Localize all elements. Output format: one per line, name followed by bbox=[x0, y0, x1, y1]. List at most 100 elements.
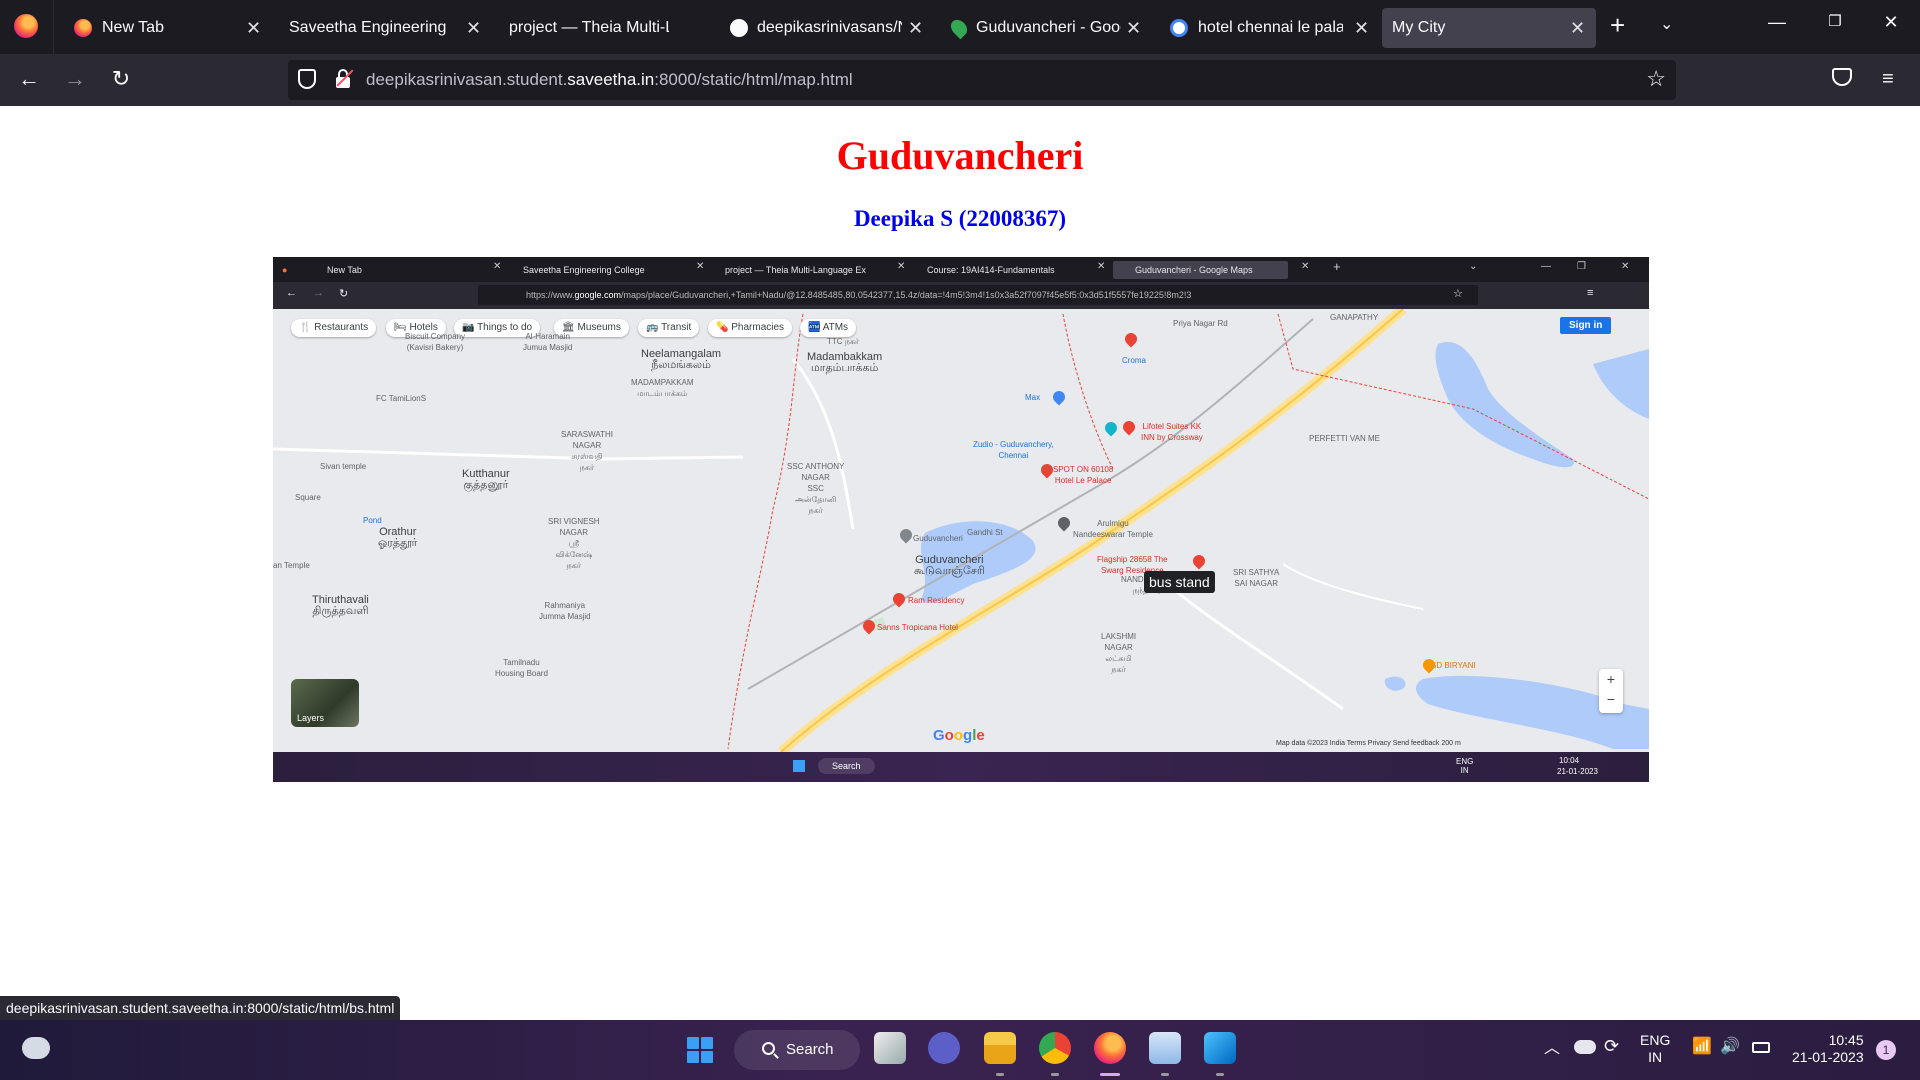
tracking-shield-icon[interactable] bbox=[298, 69, 316, 89]
embedded-search: Search bbox=[818, 758, 875, 774]
chip-atms: 🏧 ATMs bbox=[800, 319, 857, 337]
battery-icon[interactable] bbox=[1752, 1042, 1770, 1053]
taskbar-search-button[interactable]: Search bbox=[734, 1030, 860, 1070]
new-tab-plus-icon[interactable]: + bbox=[1610, 10, 1625, 41]
firefox-icon bbox=[74, 19, 92, 37]
embedded-taskbar: Search ENG IN 10:04 21-01-2023 bbox=[273, 752, 1649, 782]
weather-icon[interactable] bbox=[22, 1037, 50, 1059]
label-rahmaniya-masjid: Rahmaniya Jumma Masjid bbox=[539, 601, 591, 621]
address-bar[interactable]: deepikasrinivasan.student.saveetha.in:80… bbox=[288, 60, 1676, 100]
label-priya-nagar-road: Priya Nagar Rd bbox=[1173, 319, 1228, 328]
map-screenshot-image[interactable]: ● New Tab ✕ Saveetha Engineering College… bbox=[273, 257, 1649, 782]
embedded-tab: project — Theia Multi-Language Ex bbox=[725, 265, 866, 275]
zoom-in-icon: + bbox=[1606, 671, 1616, 687]
label-sri-vignesh-nagar: SRI VIGNESH NAGAR ஸ்ரீ விக்னேஷ் நகர் bbox=[548, 517, 600, 570]
notification-badge[interactable]: 1 bbox=[1876, 1040, 1896, 1060]
wifi-icon[interactable]: 📶 bbox=[1692, 1038, 1712, 1055]
tab-github[interactable]: deepikasrinivasans/Ne bbox=[716, 8, 926, 48]
embedded-tab: New Tab bbox=[327, 265, 362, 275]
label-saraswathi-nagar: SARASWATHI NAGAR சரஸ்வதி நகர் bbox=[561, 430, 614, 472]
search-icon bbox=[762, 1042, 775, 1055]
embedded-url: https://www.google.com/maps/place/Guduva… bbox=[478, 285, 1478, 305]
language-indicator[interactable]: ENG IN bbox=[1640, 1032, 1670, 1066]
tab-theia-project[interactable]: project — Theia Multi-Lang bbox=[492, 8, 702, 48]
chrome-icon[interactable] bbox=[1039, 1032, 1071, 1064]
chip-restaurants: 🍴 Restaurants bbox=[291, 319, 377, 337]
page-title: Guduvancheri bbox=[836, 133, 1084, 178]
label-sanns-tropicana: Sanns Tropicana Hotel bbox=[877, 623, 958, 632]
github-icon bbox=[730, 19, 748, 37]
label-madambakkam: Madambakkam மாதம்பாக்கம் bbox=[807, 351, 883, 374]
embedded-tab-strip: ● New Tab ✕ Saveetha Engineering College… bbox=[273, 257, 1649, 282]
embedded-close-icon: ✕ bbox=[1301, 261, 1310, 272]
close-tab-icon[interactable]: ✕ bbox=[466, 8, 481, 48]
label-kutthanur: Kutthanur குத்தனூர் bbox=[462, 468, 510, 491]
close-tab-icon[interactable]: ✕ bbox=[246, 8, 261, 48]
embedded-date: 21-01-2023 bbox=[1557, 767, 1598, 776]
reload-icon[interactable]: ↻ bbox=[106, 66, 136, 92]
bookmark-star-icon[interactable]: ☆ bbox=[1646, 66, 1666, 92]
zoom-control: + − bbox=[1599, 669, 1623, 713]
close-window-icon[interactable]: ✕ bbox=[1876, 12, 1906, 33]
embedded-tab: Course: 19AI414-Fundamentals bbox=[927, 265, 1055, 275]
label-tamilnadu-housing-board: Tamilnadu Housing Board bbox=[495, 658, 548, 678]
embedded-close-icon: ✕ bbox=[493, 261, 502, 272]
url-text[interactable]: deepikasrinivasan.student.saveetha.in:80… bbox=[366, 70, 853, 90]
embedded-star-icon: ☆ bbox=[1453, 288, 1463, 300]
page-subtitle: Deepika S (22008367) bbox=[853, 206, 1067, 231]
chip-pharmacies: 💊 Pharmacies bbox=[708, 319, 793, 337]
firefox-taskbar-icon[interactable] bbox=[1094, 1032, 1126, 1064]
label-orathur: Orathur ஓரத்தூர் bbox=[378, 526, 418, 549]
forward-arrow-icon[interactable]: → bbox=[60, 66, 90, 92]
label-square: Square bbox=[295, 493, 321, 502]
firefox-view-icon[interactable] bbox=[14, 14, 38, 38]
sync-icon[interactable]: ⟳ bbox=[1604, 1037, 1619, 1055]
chip-transit: 🚌 Transit bbox=[638, 319, 700, 337]
label-pond: Pond bbox=[363, 516, 382, 525]
running-indicator bbox=[1161, 1073, 1169, 1076]
restore-icon[interactable]: ❐ bbox=[1820, 12, 1850, 30]
tab-title: My City bbox=[1392, 19, 1446, 36]
tab-saveetha[interactable]: Saveetha Engineering Colle ✕ bbox=[272, 8, 482, 48]
back-arrow-icon[interactable]: ← bbox=[14, 66, 44, 92]
label-fc-tamilions: FC TamiLionS bbox=[376, 394, 427, 403]
onedrive-icon[interactable] bbox=[1574, 1040, 1596, 1054]
file-explorer-icon[interactable] bbox=[984, 1032, 1016, 1064]
windows-taskbar: Search ︿ ⟳ ENG IN 📶 🔊 10:45 21-01-2023 bbox=[0, 1020, 1920, 1080]
tab-google-search[interactable]: hotel chennai le palac bbox=[1160, 8, 1360, 48]
chevron-up-icon[interactable]: ︿ bbox=[1544, 1040, 1560, 1057]
tab-google-maps[interactable]: Guduvancheri - Googl bbox=[942, 8, 1142, 48]
embedded-close-icon: ✕ bbox=[696, 261, 705, 272]
label-guduvancheri: Guduvancheri கூடுவாஞ்சேரி bbox=[914, 554, 985, 577]
label-neelamangalam: Neelamangalam நீலமங்கலம் bbox=[641, 348, 722, 371]
label-gandhi-street: Gandhi St bbox=[967, 528, 1003, 537]
embedded-minimize-icon: — bbox=[1541, 261, 1551, 272]
label-sivan-temple: Sivan temple bbox=[320, 462, 367, 471]
pocket-icon[interactable] bbox=[1832, 68, 1852, 86]
running-indicator bbox=[1051, 1073, 1059, 1076]
map-view: 🍴 Restaurants 🛏 Hotels 📷 Things to do 🏛 … bbox=[273, 309, 1649, 752]
volume-icon[interactable]: 🔊 bbox=[1720, 1038, 1740, 1055]
teams-chat-icon[interactable] bbox=[928, 1032, 960, 1064]
task-view-icon[interactable] bbox=[874, 1032, 906, 1064]
insecure-lock-icon[interactable] bbox=[336, 69, 354, 89]
photos-icon[interactable] bbox=[1204, 1032, 1236, 1064]
tab-title: Guduvancheri - Googl bbox=[976, 19, 1121, 36]
tab-new-tab[interactable]: New Tab ✕ bbox=[58, 8, 266, 48]
minimize-icon[interactable]: — bbox=[1762, 12, 1792, 33]
close-tab-icon[interactable]: ✕ bbox=[1570, 8, 1585, 48]
label-biscuit-company: Biscuit Company (Kavisri Bakery) bbox=[405, 332, 466, 352]
map-base-graphic bbox=[273, 309, 1649, 752]
google-logo: Google bbox=[933, 727, 985, 744]
tab-strip: New Tab ✕ Saveetha Engineering Colle ✕ p… bbox=[0, 0, 1920, 54]
label-al-haramain-masjid: Al-Haramain Jumua Masjid bbox=[523, 332, 573, 352]
chevron-down-icon[interactable]: ⌄ bbox=[1660, 14, 1673, 34]
tab-my-city[interactable]: My City ✕ bbox=[1382, 8, 1596, 48]
hamburger-menu-icon[interactable]: ≡ bbox=[1882, 68, 1894, 91]
link-preview-status: deepikasrinivasan.student.saveetha.in:80… bbox=[0, 996, 401, 1020]
notepad-icon[interactable] bbox=[1149, 1032, 1181, 1064]
clock[interactable]: 10:45 21-01-2023 bbox=[1792, 1032, 1864, 1066]
label-hotel-le-palace: SPOT ON 60108 Hotel Le Palace bbox=[1053, 465, 1114, 485]
windows-start-icon[interactable] bbox=[687, 1037, 713, 1063]
tab-separator bbox=[53, 0, 54, 54]
